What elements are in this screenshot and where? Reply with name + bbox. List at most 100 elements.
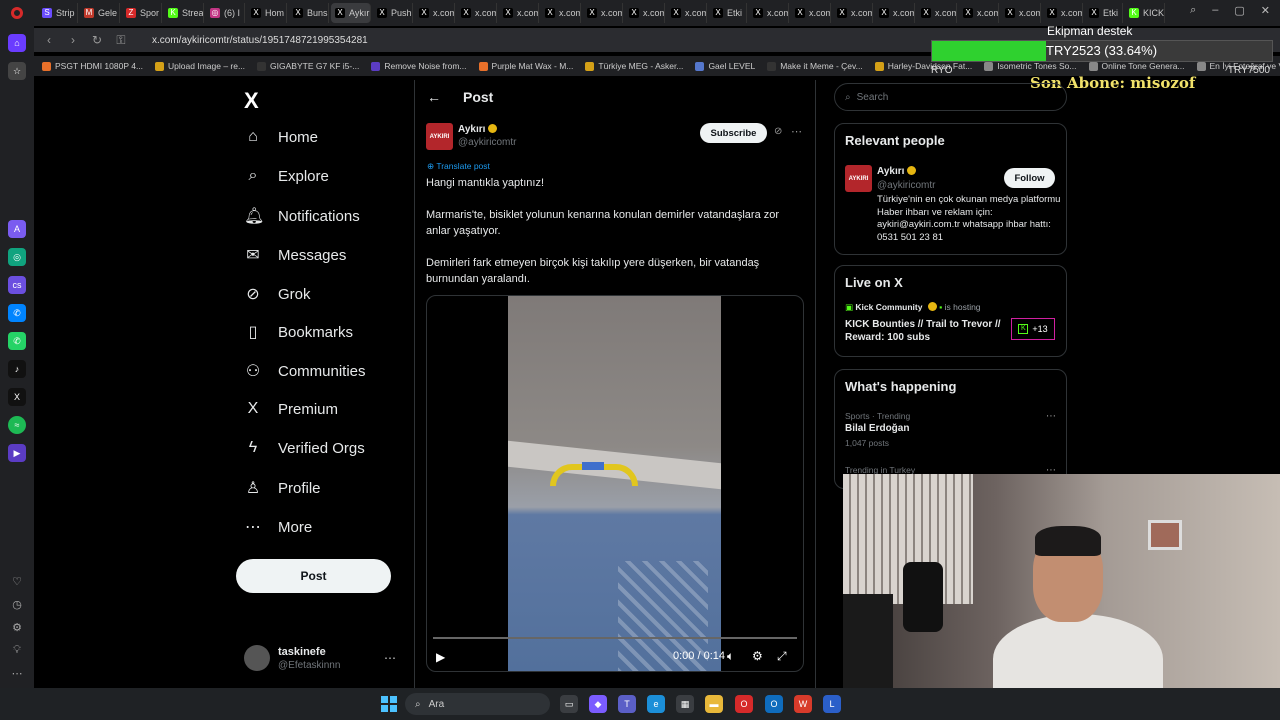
video-settings-icon[interactable]: ⚙ bbox=[752, 649, 763, 663]
bookmark-item[interactable]: Online Tone Genera... bbox=[1088, 61, 1185, 71]
minimize-button[interactable]: – bbox=[1212, 4, 1218, 17]
opera-taskbar-icon[interactable]: O bbox=[735, 695, 753, 713]
browser-tab[interactable]: Xx.com bbox=[415, 3, 456, 23]
reload-icon[interactable]: ↻ bbox=[90, 33, 104, 47]
outlook-taskbar-icon[interactable]: O bbox=[765, 695, 783, 713]
browser-tab[interactable]: X Etki bbox=[1085, 3, 1124, 23]
search-input[interactable]: ⌕ Search bbox=[834, 83, 1067, 111]
maximize-button[interactable]: ▢ bbox=[1234, 4, 1244, 17]
nav-item-messages[interactable]: ✉ Messages bbox=[244, 245, 346, 265]
nav-item-grok[interactable]: ⊘ Grok bbox=[244, 284, 310, 304]
nav-item-premium[interactable]: X Premium bbox=[244, 400, 338, 418]
more-dots-icon[interactable]: ⋯ bbox=[384, 651, 396, 665]
task-view-taskbar-icon[interactable]: ▭ bbox=[560, 695, 578, 713]
live-host-line[interactable]: ▣ Kick Community ▪ is hosting bbox=[845, 302, 981, 313]
browser-tab[interactable]: Xx.com bbox=[875, 3, 916, 23]
bookmark-item[interactable]: PSGT HDMI 1080P 4... bbox=[42, 61, 143, 71]
nav-item-bookmarks[interactable]: ▯ Bookmarks bbox=[244, 322, 353, 342]
teams-taskbar-icon[interactable]: T bbox=[618, 695, 636, 713]
fullscreen-icon[interactable]: ⤢ bbox=[777, 649, 787, 664]
copilot-taskbar-icon[interactable]: ◆ bbox=[589, 695, 607, 713]
settings-icon[interactable]: ⚙ bbox=[12, 621, 22, 634]
nav-item-more[interactable]: ⋯ More bbox=[244, 517, 312, 537]
relevant-person-handle[interactable]: @aykiricomtr bbox=[877, 180, 936, 191]
bookmark-item[interactable]: Harley-Davidson Fat... bbox=[874, 61, 972, 71]
browser-tab[interactable]: M Gele bbox=[80, 3, 120, 23]
translate-post-link[interactable]: ⊕ Translate post bbox=[427, 161, 490, 172]
subscribe-button[interactable]: Subscribe bbox=[700, 123, 767, 143]
heart-icon[interactable]: ♡ bbox=[12, 575, 22, 588]
browser-tab[interactable]: X Etki bbox=[709, 3, 748, 23]
trend-more-icon[interactable]: ⋯ bbox=[1046, 411, 1056, 422]
close-window-button[interactable]: ✕ bbox=[1261, 4, 1270, 17]
nav-item-notifications[interactable]: 🔔︎ Notifications bbox=[244, 206, 360, 226]
author-name[interactable]: Aykırı bbox=[458, 124, 498, 135]
live-participants-badge[interactable]: K +13 bbox=[1011, 318, 1055, 340]
back-arrow-icon[interactable]: ← bbox=[427, 89, 441, 105]
add-icon[interactable]: ☆ bbox=[8, 62, 26, 80]
forward-nav-icon[interactable]: › bbox=[66, 33, 80, 47]
cs-icon[interactable]: cs bbox=[8, 276, 26, 294]
chatgpt-icon[interactable]: ◎ bbox=[8, 248, 26, 266]
nav-item-verified-orgs[interactable]: ϟ Verified Orgs bbox=[244, 439, 365, 457]
browser-tab[interactable]: Xx.com bbox=[917, 3, 958, 23]
bookmark-item[interactable]: Remove Noise from... bbox=[371, 61, 467, 71]
bookmark-item[interactable]: Isometric Tones So... bbox=[984, 61, 1077, 71]
whatsapp-icon[interactable]: ✆ bbox=[8, 332, 26, 350]
browser-tab[interactable]: Z Spor bbox=[122, 3, 162, 23]
site-info-icon[interactable]: ⚿ bbox=[114, 33, 128, 48]
follow-button[interactable]: Follow bbox=[1004, 168, 1055, 188]
browser-tab[interactable]: S Strip bbox=[38, 3, 78, 23]
browser-tab[interactable]: Xx.com bbox=[1043, 3, 1084, 23]
bookmark-item[interactable]: Gael LEVEL bbox=[695, 61, 755, 71]
browser-tab[interactable]: XAykırı on bbox=[331, 3, 372, 23]
browser-tab[interactable]: Xx.com bbox=[791, 3, 832, 23]
home-workspace-icon[interactable]: ⌂ bbox=[8, 34, 26, 52]
office-taskbar-icon[interactable]: W bbox=[794, 695, 812, 713]
bookmark-item[interactable]: Purple Mat Wax - M... bbox=[478, 61, 573, 71]
play-icon[interactable]: ▶ bbox=[436, 650, 445, 664]
tips-icon[interactable]: 💡︎ bbox=[13, 644, 21, 657]
file-explorer-taskbar-icon[interactable]: ▬ bbox=[705, 695, 723, 713]
opera-logo-icon[interactable] bbox=[0, 0, 34, 26]
launcher-taskbar-icon[interactable]: L bbox=[823, 695, 841, 713]
volume-icon[interactable]: 🔈︎ bbox=[727, 649, 734, 664]
nav-item-profile[interactable]: ♙ Profile bbox=[244, 478, 321, 498]
video-progress-bar[interactable] bbox=[433, 637, 797, 639]
tiktok-icon[interactable]: ♪ bbox=[8, 360, 26, 378]
account-switcher[interactable]: taskinefe @Efetaskinnn ⋯ bbox=[244, 643, 404, 673]
browser-tab[interactable]: Xx.com bbox=[583, 3, 624, 23]
history-icon[interactable]: ◷ bbox=[12, 598, 22, 611]
start-button[interactable] bbox=[381, 696, 397, 712]
browser-tab[interactable]: X Push bbox=[373, 3, 414, 23]
relevant-person-name[interactable]: Aykırı bbox=[877, 166, 917, 177]
messenger-icon[interactable]: ✆ bbox=[8, 304, 26, 322]
spotify-icon[interactable]: ≈ bbox=[8, 416, 26, 434]
bookmark-item[interactable]: Upload Image – re... bbox=[155, 61, 245, 71]
taskbar-search[interactable]: ⌕ Ara bbox=[405, 693, 550, 715]
browser-tab[interactable]: Xx.com bbox=[833, 3, 874, 23]
nav-item-home[interactable]: ⌂ Home bbox=[244, 128, 318, 146]
browser-tab[interactable]: Xx.com bbox=[959, 3, 1000, 23]
x-icon[interactable]: X bbox=[8, 388, 26, 406]
browser-tab[interactable]: Xx.com bbox=[749, 3, 790, 23]
browser-tab[interactable]: Xx.com bbox=[499, 3, 540, 23]
browser-tab[interactable]: K Strea bbox=[164, 3, 204, 23]
trend-name[interactable]: Bilal Erdoğan bbox=[845, 423, 909, 434]
bookmark-item[interactable]: Make it Meme - Çev... bbox=[767, 61, 863, 71]
more-icon[interactable]: ⋯ bbox=[12, 667, 23, 680]
author-handle[interactable]: @aykiricomtr bbox=[458, 137, 517, 148]
url-field[interactable]: x.com/aykiricomtr/status/195174872199535… bbox=[152, 35, 368, 46]
search-tabs-icon[interactable]: ⌕ bbox=[1190, 4, 1196, 17]
browser-tab[interactable]: Xx.com bbox=[667, 3, 708, 23]
edge-taskbar-icon[interactable]: e bbox=[647, 695, 665, 713]
store-taskbar-icon[interactable]: ▦ bbox=[676, 695, 694, 713]
back-nav-icon[interactable]: ‹ bbox=[42, 33, 56, 47]
nav-item-explore[interactable]: ⌕ Explore bbox=[244, 167, 329, 185]
browser-tab[interactable]: ◎ (6) I bbox=[206, 3, 246, 23]
browser-tab[interactable]: Xx.com bbox=[541, 3, 582, 23]
browser-tab[interactable]: Xx.com bbox=[1001, 3, 1042, 23]
author-avatar[interactable]: AYKIRI bbox=[426, 123, 453, 150]
live-stream-title[interactable]: KICK Bounties // Trail to Trevor // Rewa… bbox=[845, 318, 1005, 344]
browser-tab[interactable]: K KICK bbox=[1125, 3, 1166, 23]
